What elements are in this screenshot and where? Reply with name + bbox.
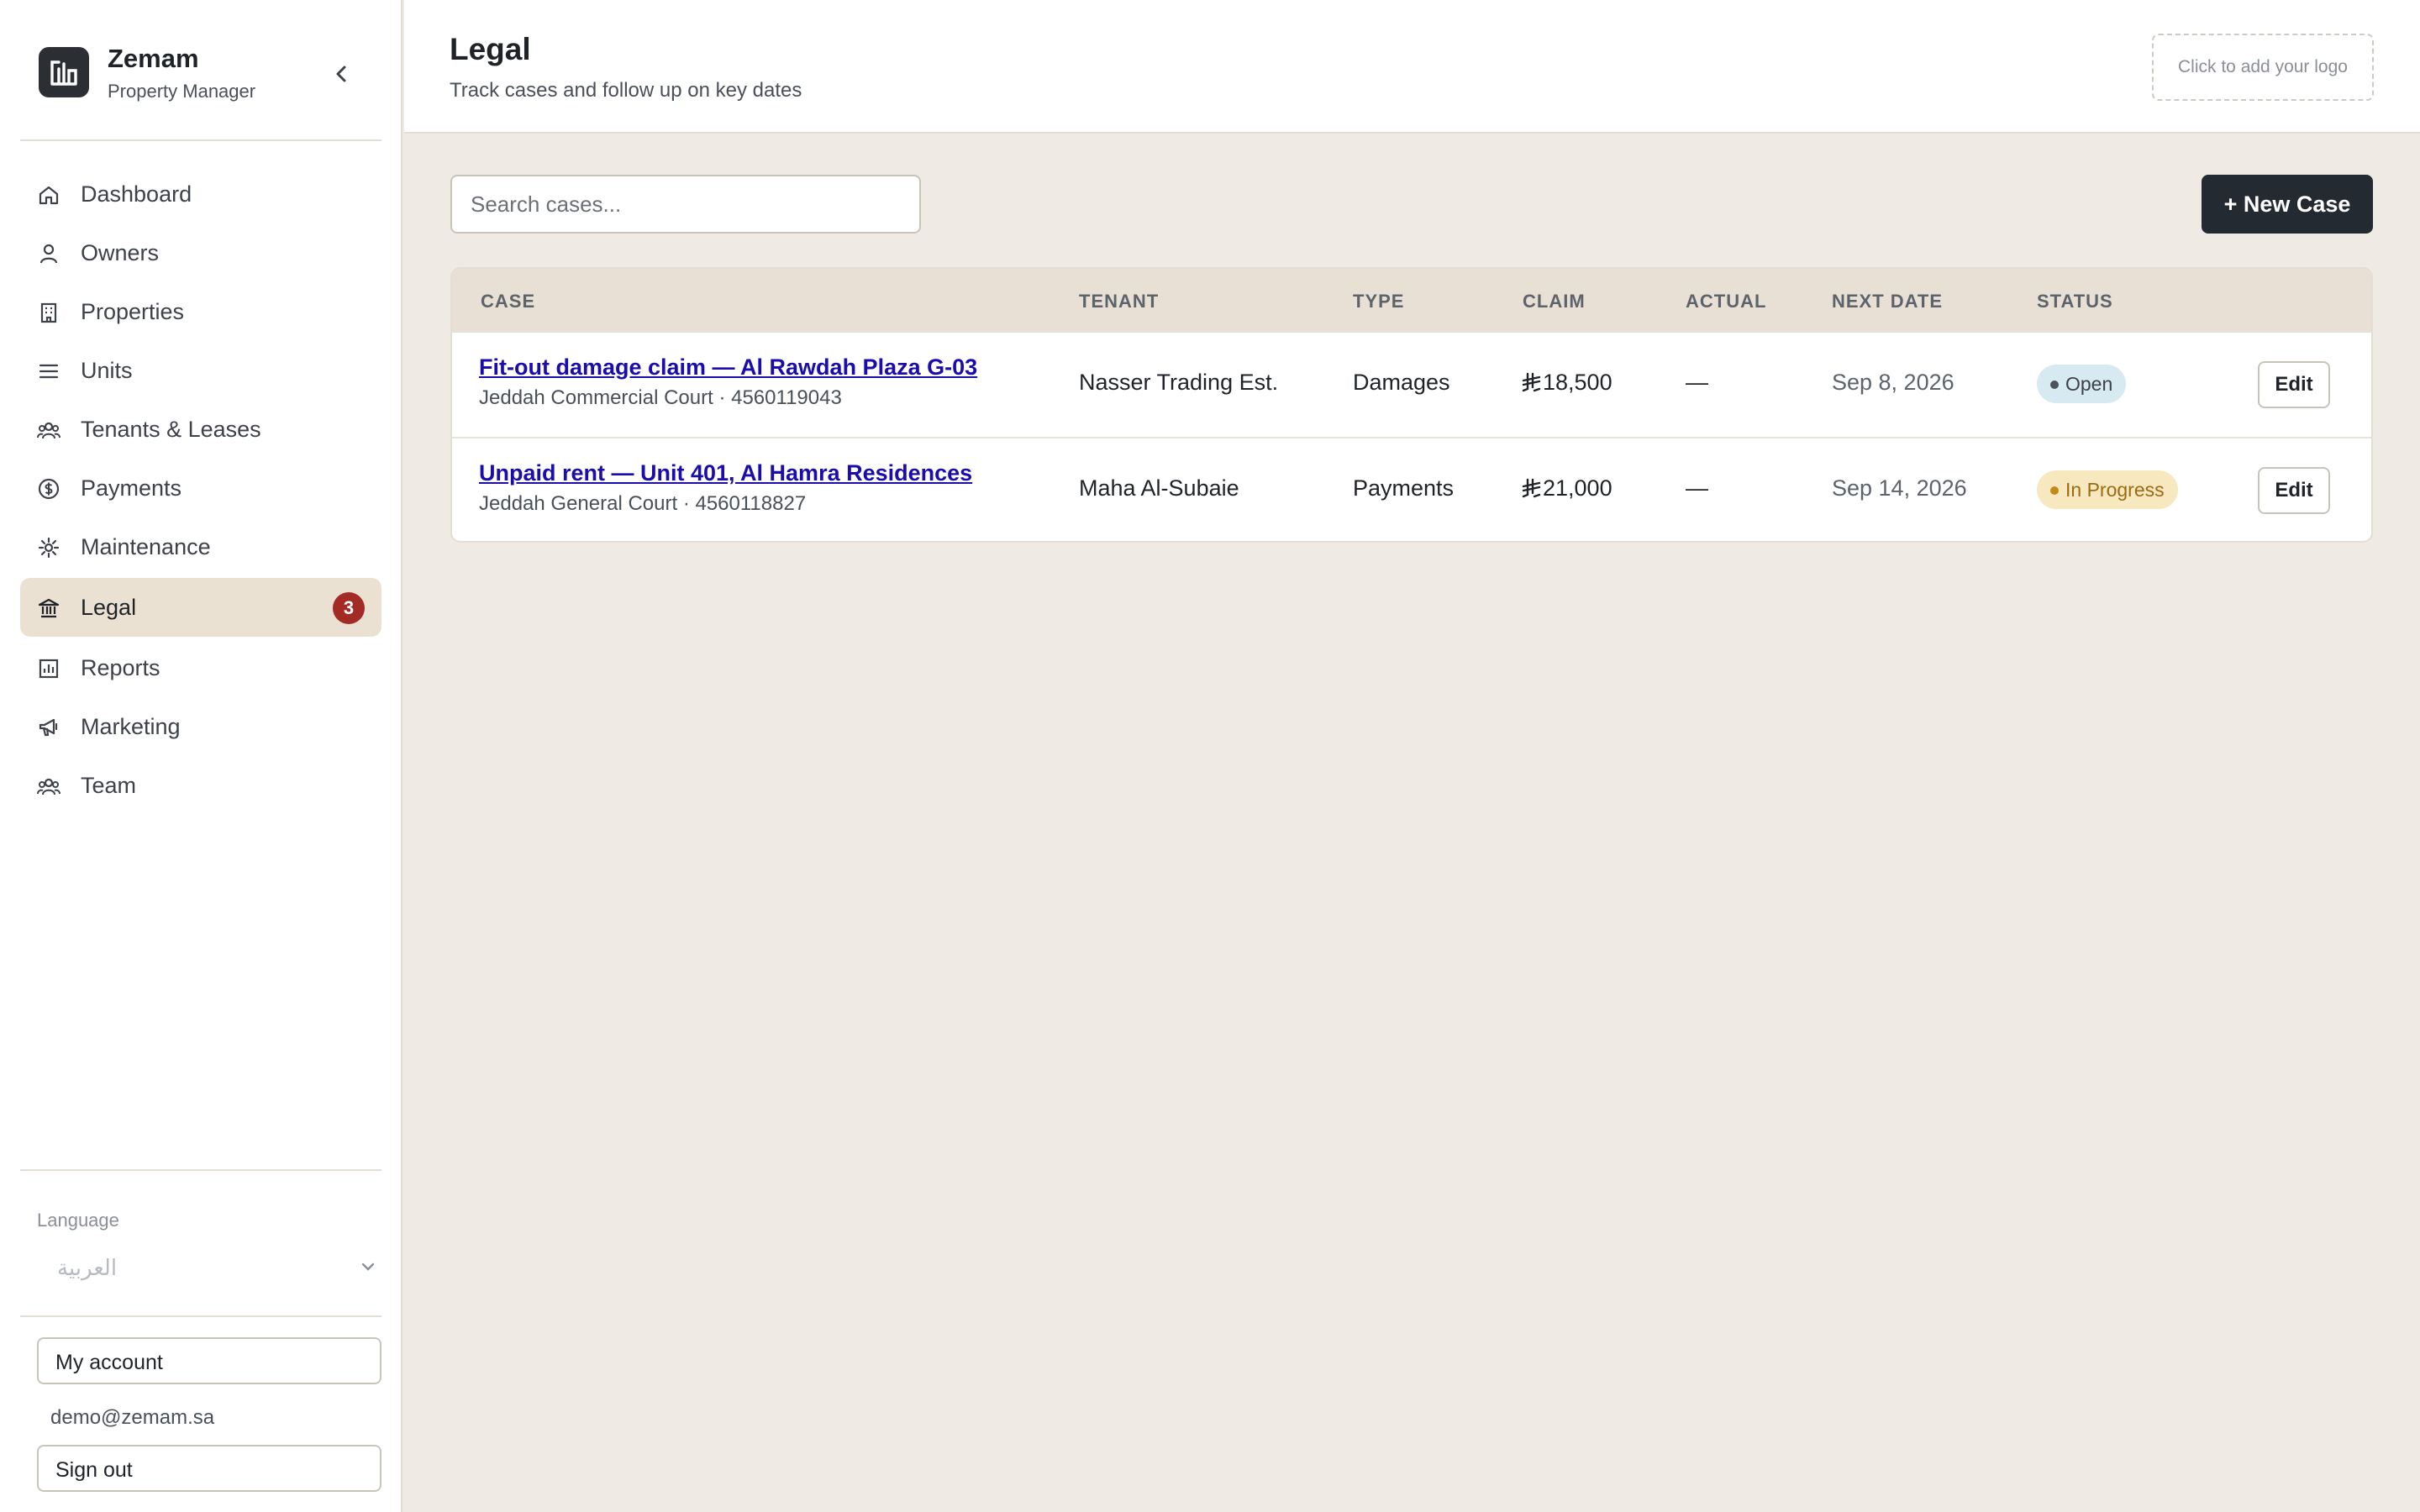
sidebar-item-tenants-leases[interactable]: Tenants & Leases [20, 400, 381, 459]
sidebar-divider [20, 139, 381, 141]
language-value: العربية [57, 1255, 118, 1280]
sidebar-item-properties[interactable]: Properties [20, 282, 381, 341]
list-icon [39, 364, 59, 379]
case-meta: Jeddah General Court · 4560118827 [479, 492, 807, 515]
next-date-cell: Sep 14, 2026 [1832, 475, 1967, 501]
search-input[interactable] [450, 175, 921, 234]
actual-cell: — [1686, 475, 1708, 501]
case-title-link[interactable]: Fit-out damage claim — Al Rawdah Plaza G… [479, 354, 977, 381]
type-cell: Damages [1353, 370, 1450, 395]
column-header-claim: CLAIM [1523, 291, 1586, 312]
user-email: demo@zemam.sa [50, 1406, 215, 1429]
megaphone-icon [39, 718, 58, 737]
sidebar-nav: Dashboard Owners Properties Units Tenant… [20, 165, 381, 815]
sidebar-item-team[interactable]: Team [20, 756, 381, 815]
bar-chart-icon [39, 659, 59, 679]
new-case-button[interactable]: + New Case [2202, 175, 2373, 234]
actual-cell: — [1686, 370, 1708, 395]
sidebar-item-label: Units [81, 358, 133, 383]
status-badge: In Progress [2037, 470, 2178, 509]
riyal-icon [1522, 372, 1541, 391]
sign-out-button[interactable]: Sign out [37, 1445, 381, 1492]
bank-icon [38, 598, 60, 618]
sidebar-item-label: Tenants & Leases [81, 417, 261, 442]
claim-value: 18,500 [1543, 370, 1612, 395]
gear-icon [38, 537, 60, 559]
dollar-circle-icon [38, 478, 60, 500]
building-icon [40, 302, 57, 323]
edit-button[interactable]: Edit [2258, 361, 2330, 408]
sidebar-item-dashboard[interactable]: Dashboard [20, 165, 381, 223]
legal-count-badge: 3 [333, 592, 365, 624]
sidebar-item-label: Marketing [81, 714, 181, 739]
my-account-label: My account [55, 1351, 163, 1374]
team-icon [37, 778, 60, 795]
users-icon [37, 422, 60, 439]
sidebar-item-label: Properties [81, 299, 185, 324]
tenant-cell: Nasser Trading Est. [1079, 370, 1279, 395]
status-dot-icon [2050, 486, 2059, 495]
column-header-case: CASE [481, 291, 536, 312]
sidebar-item-legal[interactable]: Legal 3 [20, 578, 381, 637]
edit-button[interactable]: Edit [2258, 467, 2330, 514]
sidebar-item-label: Reports [81, 655, 160, 680]
sidebar: Zemam Property Manager Dashboard Owners … [0, 0, 402, 1512]
page-subtitle: Track cases and follow up on key dates [450, 79, 802, 102]
table-header: CASE TENANT TYPE CLAIM ACTUAL NEXT DATE … [452, 269, 2371, 333]
user-icon [39, 244, 58, 264]
sidebar-item-label: Payments [81, 475, 182, 501]
cases-table: CASE TENANT TYPE CLAIM ACTUAL NEXT DATE … [450, 267, 2373, 543]
column-header-type: TYPE [1353, 291, 1405, 312]
tenant-cell: Maha Al-Subaie [1079, 475, 1239, 501]
table-row: Fit-out damage claim — Al Rawdah Plaza G… [452, 333, 2371, 437]
chevron-down-icon [361, 1263, 375, 1271]
riyal-icon [1522, 478, 1541, 497]
table-row: Unpaid rent — Unit 401, Al Hamra Residen… [452, 437, 2371, 541]
column-header-next-date: NEXT DATE [1832, 291, 1944, 312]
sidebar-item-label: Dashboard [81, 181, 192, 207]
language-label: Language [37, 1210, 119, 1231]
collapse-sidebar-button[interactable] [324, 59, 358, 89]
next-date-cell: Sep 8, 2026 [1832, 370, 1954, 395]
brand-name: Zemam [108, 44, 199, 73]
sidebar-divider [20, 1169, 381, 1171]
column-header-actual: ACTUAL [1686, 291, 1767, 312]
claim-value: 21,000 [1543, 475, 1612, 501]
sidebar-item-owners[interactable]: Owners [20, 223, 381, 282]
my-account-button[interactable]: My account [37, 1337, 381, 1384]
status-label: Open [2065, 373, 2113, 395]
home-icon [39, 186, 59, 205]
page-header: Legal Track cases and follow up on key d… [404, 0, 2420, 134]
logo-upload-area[interactable]: Click to add your logo [2152, 34, 2374, 101]
type-cell: Payments [1353, 475, 1455, 501]
sidebar-item-label: Owners [81, 240, 160, 265]
column-header-tenant: TENANT [1079, 291, 1160, 312]
status-dot-icon [2050, 381, 2059, 389]
sidebar-item-maintenance[interactable]: Maintenance [20, 517, 381, 576]
sidebar-divider [20, 1315, 381, 1317]
sidebar-item-payments[interactable]: Payments [20, 459, 381, 517]
logo-upload-label: Click to add your logo [2178, 57, 2348, 76]
chevron-left-icon [336, 66, 346, 82]
status-label: In Progress [2065, 479, 2165, 501]
sidebar-item-label: Maintenance [81, 534, 211, 559]
sidebar-item-marketing[interactable]: Marketing [20, 697, 381, 756]
sidebar-item-label: Legal [81, 595, 137, 620]
brand-subtitle: Property Manager [108, 81, 256, 102]
page-title: Legal [450, 32, 531, 66]
claim-cell: 18,500 [1521, 370, 1612, 396]
case-title-link[interactable]: Unpaid rent — Unit 401, Al Hamra Residen… [479, 460, 972, 486]
claim-cell: 21,000 [1521, 475, 1612, 501]
sign-out-label: Sign out [55, 1458, 133, 1482]
brand-logo-icon [39, 47, 89, 97]
case-meta: Jeddah Commercial Court · 4560119043 [479, 386, 842, 409]
sidebar-item-units[interactable]: Units [20, 341, 381, 400]
sidebar-item-reports[interactable]: Reports [20, 638, 381, 697]
sidebar-item-label: Team [81, 773, 137, 798]
column-header-status: STATUS [2037, 291, 2113, 312]
language-select[interactable]: العربية [37, 1243, 381, 1290]
status-badge: Open [2037, 365, 2127, 403]
